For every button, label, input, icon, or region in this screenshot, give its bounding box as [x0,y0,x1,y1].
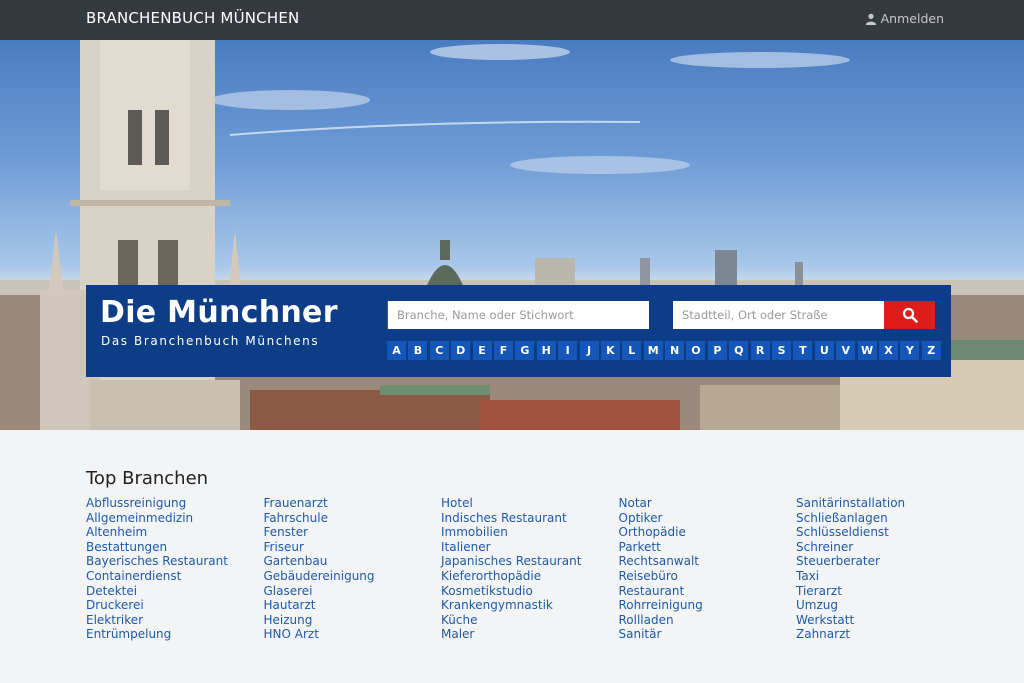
branche-link[interactable]: Umzug [796,598,974,613]
branche-link[interactable]: Werkstatt [796,613,974,628]
letter-q-button[interactable]: Q [729,341,749,360]
branchen-column: Sanitärinstallation Schließanlagen Schlüss… [796,496,974,642]
branche-link[interactable]: Bestattungen [86,540,264,555]
branche-link[interactable]: Elektriker [86,613,264,628]
branche-link[interactable]: Parkett [619,540,797,555]
letter-n-button[interactable]: N [665,341,685,360]
letter-u-button[interactable]: U [814,341,834,360]
branche-link[interactable]: Heizung [264,613,442,628]
branche-link[interactable]: Rechtsanwalt [619,554,797,569]
logo-subtitle: Das Branchenbuch Münchens [101,334,320,348]
branche-link[interactable]: Taxi [796,569,974,584]
letter-h-button[interactable]: H [536,341,556,360]
branche-link[interactable]: Frauenarzt [264,496,442,511]
hero-banner: Die Münchner Das Branchenbuch Münchens A… [0,40,1024,430]
letter-z-button[interactable]: Z [921,341,941,360]
branche-link[interactable]: Immobilien [441,525,619,540]
branche-link[interactable]: Allgemeinmedizin [86,511,264,526]
letter-f-button[interactable]: F [493,341,513,360]
letter-a-button[interactable]: A [387,341,406,360]
letter-v-button[interactable]: V [836,341,856,360]
branche-link[interactable]: Indisches Restaurant [441,511,619,526]
branche-link[interactable]: Schreiner [796,540,974,555]
branche-link[interactable]: Kosmetikstudio [441,584,619,599]
branche-link[interactable]: Entrümpelung [86,627,264,642]
branche-link[interactable]: Optiker [619,511,797,526]
branche-link[interactable]: Bayerisches Restaurant [86,554,264,569]
branche-link[interactable]: Maler [441,627,619,642]
letter-w-button[interactable]: W [857,341,877,360]
letter-j-button[interactable]: J [579,341,599,360]
branche-link[interactable]: Japanisches Restaurant [441,554,619,569]
branche-link[interactable]: Detektei [86,584,264,599]
top-branchen-list: Abflussreinigung Allgemeinmedizin Altenhei… [86,496,974,642]
branche-link[interactable]: Sanitär [619,627,797,642]
search-panel: Die Münchner Das Branchenbuch Münchens A… [86,285,951,377]
branche-link[interactable]: Abflussreinigung [86,496,264,511]
branche-link[interactable]: Altenheim [86,525,264,540]
letter-p-button[interactable]: P [707,341,727,360]
branche-link[interactable]: Küche [441,613,619,628]
letter-d-button[interactable]: D [451,341,471,360]
search-what-input[interactable] [387,301,649,329]
letter-t-button[interactable]: T [793,341,813,360]
letter-o-button[interactable]: O [686,341,706,360]
branche-link[interactable]: Schlüsseldienst [796,525,974,540]
branche-link[interactable]: Glaserei [264,584,442,599]
letter-b-button[interactable]: B [408,341,428,360]
branche-link[interactable]: Italiener [441,540,619,555]
branche-link[interactable]: Druckerei [86,598,264,613]
branche-link[interactable]: Gartenbau [264,554,442,569]
branchen-column: Notar Optiker Orthopädie Parkett Rechtsanwal… [619,496,797,642]
letter-k-button[interactable]: K [600,341,620,360]
branche-link[interactable]: Friseur [264,540,442,555]
branche-link[interactable]: Fenster [264,525,442,540]
branche-link[interactable]: Fahrschule [264,511,442,526]
branche-link[interactable]: Kieferorthopädie [441,569,619,584]
branche-link[interactable]: Orthopädie [619,525,797,540]
branche-link[interactable]: Rohrreinigung [619,598,797,613]
search-icon [902,307,918,323]
branchen-column: Abflussreinigung Allgemeinmedizin Altenhei… [86,496,264,642]
branche-link[interactable]: Zahnarzt [796,627,974,642]
branche-link[interactable]: Reisebüro [619,569,797,584]
branche-link[interactable]: Sanitärinstallation [796,496,974,511]
site-brand[interactable]: BRANCHENBUCH MÜNCHEN [86,9,299,27]
search-where-input[interactable] [673,301,884,329]
branche-link[interactable]: Hotel [441,496,619,511]
branchen-column: Frauenarzt Fahrschule Fenster Friseur Garten… [264,496,442,642]
letter-g-button[interactable]: G [515,341,535,360]
letter-r-button[interactable]: R [750,341,770,360]
letter-c-button[interactable]: C [429,341,449,360]
branche-link[interactable]: Gebäudereinigung [264,569,442,584]
branche-link[interactable]: Hautarzt [264,598,442,613]
top-navbar: BRANCHENBUCH MÜNCHEN Anmelden [0,0,1024,40]
top-branchen-title: Top Branchen [86,468,209,489]
user-icon [865,13,876,25]
branche-link[interactable]: Krankengymnastik [441,598,619,613]
branche-link[interactable]: Rollladen [619,613,797,628]
branche-link[interactable]: Schließanlagen [796,511,974,526]
branche-link[interactable]: Notar [619,496,797,511]
letter-s-button[interactable]: S [772,341,792,360]
alphabet-index: ABCDEFGHIJKLMNOPQRSTUVWXYZ [387,341,941,360]
letter-i-button[interactable]: I [558,341,578,360]
login-link[interactable]: Anmelden [865,11,944,26]
branchen-column: Hotel Indisches Restaurant Immobilien Itali… [441,496,619,642]
branche-link[interactable]: Steuerberater [796,554,974,569]
branche-link[interactable]: HNO Arzt [264,627,442,642]
letter-m-button[interactable]: M [643,341,663,360]
letter-y-button[interactable]: Y [900,341,920,360]
login-label: Anmelden [880,11,944,26]
letter-l-button[interactable]: L [622,341,642,360]
letter-x-button[interactable]: X [878,341,898,360]
letter-e-button[interactable]: E [472,341,492,360]
search-button[interactable] [884,301,935,329]
logo-title: Die Münchner [100,295,338,330]
branche-link[interactable]: Containerdienst [86,569,264,584]
branche-link[interactable]: Tierarzt [796,584,974,599]
branche-link[interactable]: Restaurant [619,584,797,599]
